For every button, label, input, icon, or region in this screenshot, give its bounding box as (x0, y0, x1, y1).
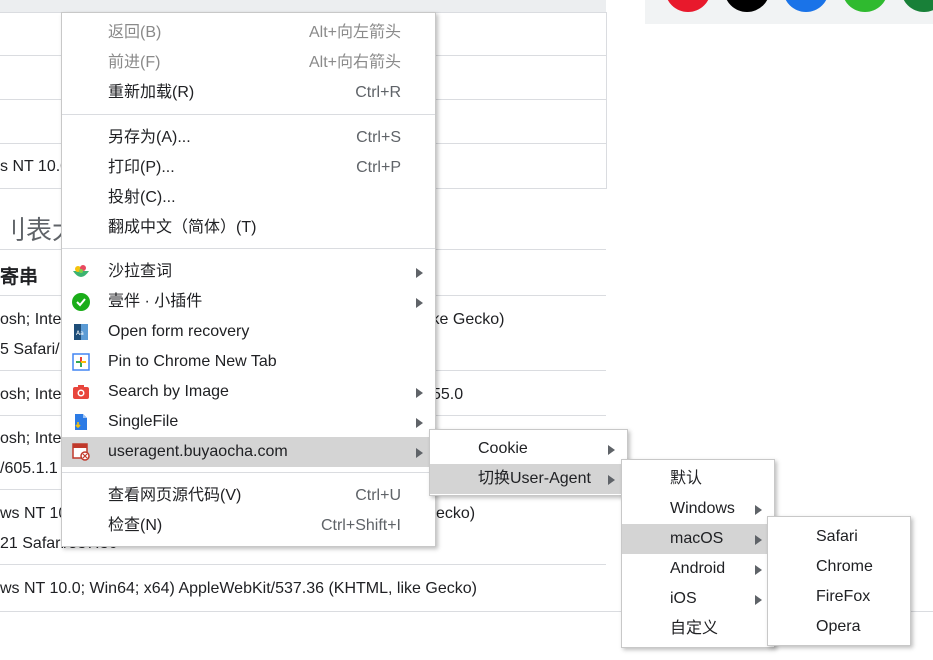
menu-separator (62, 472, 435, 473)
menu-item-translate[interactable]: 翻成中文（简体）(T) (62, 213, 435, 243)
menu-item-pin-new-tab[interactable]: Pin to Chrome New Tab (62, 347, 435, 377)
color-swatch-green[interactable] (842, 0, 888, 12)
submenu-arrow-icon (608, 475, 615, 485)
submenu-arrow-icon (416, 448, 423, 458)
form-recovery-icon: Aa (74, 324, 88, 340)
menu-item-search-by-image[interactable]: Search by Image (62, 377, 435, 407)
ua-string: osh; Intel (0, 430, 65, 447)
menu-item-forward[interactable]: 前进(F) Alt+向右箭头 (62, 48, 435, 78)
ua-string: ws NT 10 (0, 505, 68, 522)
pin-new-tab-icon (72, 353, 90, 371)
menu-item-default[interactable]: 默认 (622, 464, 774, 494)
svg-text:Aa: Aa (76, 330, 84, 337)
menu-item-reload[interactable]: 重新加载(R) Ctrl+R (62, 78, 435, 108)
menu-separator (62, 114, 435, 115)
submenu-arrow-icon (755, 565, 762, 575)
submenu-useragent: Cookie 切换User-Agent (429, 429, 628, 496)
menu-item-macos[interactable]: macOS (622, 524, 774, 554)
color-swatch-black[interactable] (724, 0, 770, 12)
menu-item-inspect[interactable]: 检查(N) Ctrl+Shift+I (62, 511, 435, 541)
menu-item-ios[interactable]: iOS (622, 584, 774, 614)
menu-item-view-source[interactable]: 查看网页源代码(V) Ctrl+U (62, 481, 435, 511)
menu-item-switch-ua[interactable]: 切换User-Agent (430, 464, 627, 494)
ua-string: /605.1.1 (0, 460, 58, 477)
useragent-icon (72, 443, 90, 461)
submenu-arrow-icon (755, 535, 762, 545)
menu-item-chrome[interactable]: Chrome (768, 552, 910, 582)
camera-icon (73, 385, 89, 399)
menu-item-cast[interactable]: 投射(C)... (62, 183, 435, 213)
menu-item-back[interactable]: 返回(B) Alt+向左箭头 (62, 18, 435, 48)
menu-item-opera[interactable]: Opera (768, 612, 910, 642)
ua-string: ws NT 10.0; Win64; x64) AppleWebKit/537.… (0, 580, 477, 597)
context-menu: 返回(B) Alt+向左箭头 前进(F) Alt+向右箭头 重新加载(R) Ct… (61, 12, 436, 547)
singlefile-icon (75, 414, 87, 430)
ua-string: 55.0 (432, 386, 464, 403)
submenu-arrow-icon (755, 595, 762, 605)
submenu-arrow-icon (416, 388, 423, 398)
yiban-icon (72, 293, 90, 311)
menu-item-useragent[interactable]: useragent.buyaocha.com (62, 437, 435, 467)
salad-dict-icon (73, 265, 89, 277)
menu-item-cookie[interactable]: Cookie (430, 434, 627, 464)
menu-item-yiban[interactable]: 壹伴 · 小插件 (62, 287, 435, 317)
menu-item-form-recovery[interactable]: Aa Open form recovery (62, 317, 435, 347)
submenu-arrow-icon (755, 505, 762, 515)
submenu-browser: Safari Chrome FireFox Opera (767, 516, 911, 646)
menu-item-windows[interactable]: Windows (622, 494, 774, 524)
submenu-arrow-icon (416, 418, 423, 428)
menu-item-custom[interactable]: 自定义 (622, 614, 774, 644)
ua-string: ecko) (436, 505, 476, 522)
menu-separator (62, 248, 435, 249)
color-swatch-red[interactable] (665, 0, 711, 12)
menu-item-salad-dict[interactable]: 沙拉查词 (62, 257, 435, 287)
menu-item-firefox[interactable]: FireFox (768, 582, 910, 612)
ua-string: osh; Intel (0, 386, 65, 403)
menu-item-print[interactable]: 打印(P)... Ctrl+P (62, 153, 435, 183)
ua-string: osh; Intel (0, 311, 65, 328)
submenu-os: 默认 Windows macOS Android iOS 自定义 (621, 459, 775, 648)
submenu-arrow-icon (608, 445, 615, 455)
menu-item-android[interactable]: Android (622, 554, 774, 584)
ua-string: 5 Safari/ (0, 341, 60, 358)
menu-item-singlefile[interactable]: SingleFile (62, 407, 435, 437)
table-cell-text: s NT 10.0 (0, 158, 70, 175)
submenu-arrow-icon (416, 268, 423, 278)
section-subheading: 寄串 (0, 267, 39, 288)
ua-string: ike Gecko) (428, 311, 505, 328)
menu-item-save-as[interactable]: 另存为(A)... Ctrl+S (62, 123, 435, 153)
divider (0, 564, 606, 565)
submenu-arrow-icon (416, 298, 423, 308)
menu-item-safari[interactable]: Safari (768, 522, 910, 552)
color-swatch-darkgreen[interactable] (901, 0, 933, 12)
color-swatch-blue[interactable] (783, 0, 829, 12)
color-swatch-panel (645, 0, 933, 24)
